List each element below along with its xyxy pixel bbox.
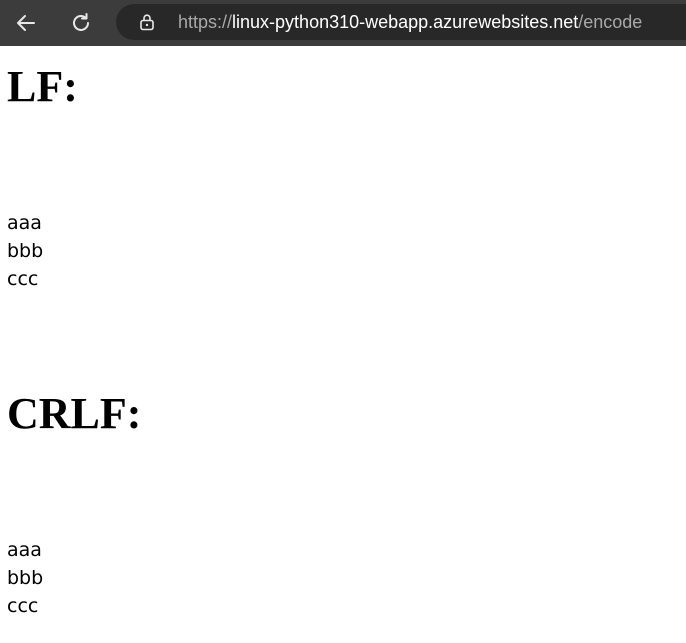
lf-heading: LF: xyxy=(7,62,78,111)
back-button[interactable] xyxy=(10,7,42,39)
crlf-line-3: ccc xyxy=(7,595,39,617)
browser-toolbar: https://linux-python310-webapp.azurewebs… xyxy=(0,0,686,46)
lf-line-2: bbb xyxy=(7,240,44,262)
lock-icon[interactable] xyxy=(138,13,156,31)
url-host: linux-python310-webapp.azurewebsites.net xyxy=(232,12,579,32)
address-bar[interactable]: https://linux-python310-webapp.azurewebs… xyxy=(116,4,686,40)
lf-line-1: aaa xyxy=(7,212,42,234)
url-path: /encode xyxy=(578,12,643,32)
lf-text-block: aaa bbb ccc xyxy=(7,209,43,293)
crlf-heading: CRLF: xyxy=(7,389,142,438)
url-scheme: https:// xyxy=(178,12,233,32)
lf-line-3: ccc xyxy=(7,268,39,290)
crlf-line-2: bbb xyxy=(7,567,44,589)
page-content: LF: aaa bbb ccc CRLF: aaa bbb ccc xyxy=(0,46,686,643)
crlf-line-1: aaa xyxy=(7,539,42,561)
back-arrow-icon xyxy=(17,15,35,31)
url-text[interactable]: https://linux-python310-webapp.azurewebs… xyxy=(178,11,642,33)
reload-icon xyxy=(73,13,89,31)
crlf-text-block: aaa bbb ccc xyxy=(7,536,43,620)
reload-button[interactable] xyxy=(65,7,97,39)
